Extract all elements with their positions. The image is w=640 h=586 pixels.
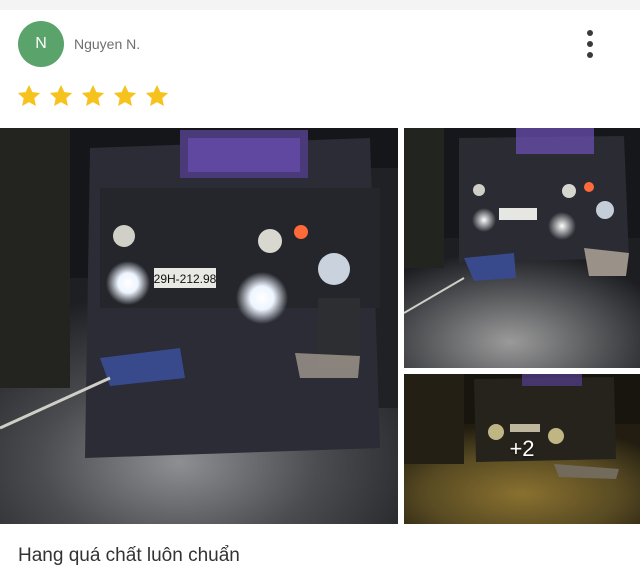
- review-photo-3[interactable]: +2: [404, 374, 640, 524]
- star-icon: [17, 84, 41, 106]
- star-icon: [113, 84, 137, 106]
- svg-text:29H-212.98: 29H-212.98: [154, 272, 217, 286]
- more-options-icon[interactable]: [578, 26, 602, 62]
- review-photo-2[interactable]: [404, 128, 640, 368]
- review-header: N Nguyen N.: [18, 20, 622, 68]
- more-photos-count: +2: [509, 436, 535, 461]
- review-card: N Nguyen N. 29H-212.98 +2 Hang quá chất …: [0, 0, 640, 586]
- star-icon: [145, 84, 169, 106]
- avatar-initial: N: [35, 35, 47, 52]
- star-icon: [49, 84, 73, 106]
- reviewer-name[interactable]: Nguyen N.: [74, 36, 140, 52]
- avatar[interactable]: N: [18, 21, 64, 67]
- star-icon: [81, 84, 105, 106]
- review-text: Hang quá chất luôn chuẩn: [18, 545, 240, 566]
- photo-gallery: 29H-212.98 +2: [0, 128, 640, 524]
- top-divider: [0, 0, 640, 10]
- star-rating: [16, 83, 170, 109]
- review-photo-main[interactable]: 29H-212.98: [0, 128, 398, 524]
